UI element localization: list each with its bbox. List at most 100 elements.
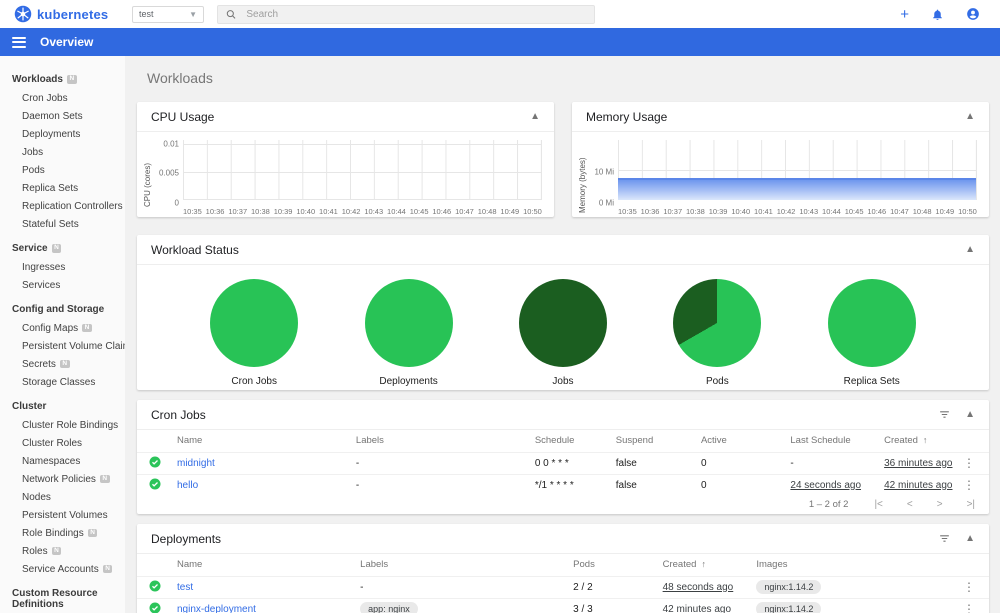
sidebar-item-secrets[interactable]: Secrets N bbox=[12, 355, 125, 373]
x-tick-label: 10:45 bbox=[409, 207, 429, 216]
namespaced-badge: N bbox=[66, 75, 77, 84]
sidebar-item-label: Role Bindings bbox=[22, 527, 84, 539]
memory-chart: Memory (bytes) 10 Mi 0 Mi 10:35 10:36 10:3… bbox=[572, 132, 989, 216]
sidebar-item-label: Daemon Sets bbox=[22, 110, 83, 122]
sidebar-item-daemon-sets[interactable]: Daemon Sets bbox=[12, 107, 125, 125]
app-header: kubernetes test ▼ + bbox=[0, 0, 1000, 28]
suspend-value: false bbox=[615, 479, 637, 491]
cpu-x-axis: 10:35 10:36 10:37 10:38 10:39 10:40 10:41 10:42… bbox=[183, 202, 542, 216]
collapse-card-button[interactable]: ▲ bbox=[965, 111, 975, 122]
sidebar-item-replica-sets[interactable]: Replica Sets bbox=[12, 179, 125, 197]
sidebar-item-persistent-volume-claims[interactable]: Persistent Volume ClaimsN bbox=[12, 337, 125, 355]
sidebar-section-crd: Custom Resource Definitions Cluster Cert… bbox=[12, 584, 125, 613]
pagination-first-button[interactable]: |< bbox=[874, 499, 882, 510]
status-column-header bbox=[137, 554, 173, 577]
namespaced-badge: N bbox=[87, 528, 98, 538]
deployments-table: Name Labels Pods Created ↑ Images test - … bbox=[137, 554, 989, 613]
cpu-usage-card: CPU Usage ▲ CPU (cores) 0.01 0.005 0 10:… bbox=[137, 102, 554, 217]
sidebar-item-replication-controllers[interactable]: Replication Controllers bbox=[12, 197, 125, 215]
namespaced-badge: N bbox=[51, 546, 62, 556]
x-tick-label: 10:43 bbox=[799, 207, 819, 216]
workload-status-pies: Cron Jobs Deployments Jobs Pods Replica … bbox=[137, 265, 989, 387]
sidebar-item-deployments[interactable]: Deployments bbox=[12, 125, 125, 143]
status-pie bbox=[518, 279, 607, 367]
sidebar-item-cluster-roles[interactable]: Cluster Roles bbox=[12, 434, 125, 452]
sidebar-item-jobs[interactable]: Jobs bbox=[12, 143, 125, 161]
last-schedule-value: - bbox=[790, 457, 794, 469]
search-icon bbox=[226, 9, 236, 19]
sidebar-item-label: Persistent Volume Claims bbox=[22, 340, 125, 352]
sidebar-item-storage-classes[interactable]: Storage Classes bbox=[12, 373, 125, 391]
sidebar-item-service-accounts[interactable]: Service Accounts N bbox=[12, 560, 125, 578]
sidebar-item-roles[interactable]: Roles N bbox=[12, 542, 125, 560]
x-tick-label: 10:47 bbox=[455, 207, 474, 216]
namespaced-badge: N bbox=[51, 244, 62, 253]
create-resource-button[interactable]: + bbox=[900, 7, 909, 22]
created-value: 42 minutes ago bbox=[884, 479, 953, 491]
kebab-menu-button[interactable]: ⋮ bbox=[963, 478, 975, 492]
namespace-value: test bbox=[139, 9, 154, 19]
sidebar-item-cluster-role-bindings[interactable]: Cluster Role Bindings bbox=[12, 416, 125, 434]
status-ok-icon bbox=[149, 478, 161, 490]
sidebar-item-stateful-sets[interactable]: Stateful Sets bbox=[12, 215, 125, 233]
filter-icon[interactable] bbox=[938, 532, 951, 545]
x-tick-label: 10:49 bbox=[500, 207, 520, 216]
card-title: CPU Usage bbox=[151, 109, 215, 124]
sidebar-item-nodes[interactable]: Nodes bbox=[12, 488, 125, 506]
deployment-name-link[interactable]: nginx-deployment bbox=[177, 604, 256, 613]
kebab-menu-button[interactable]: ⋮ bbox=[963, 602, 975, 613]
sidebar-item-pods[interactable]: Pods bbox=[12, 161, 125, 179]
collapse-card-button[interactable]: ▲ bbox=[530, 111, 540, 122]
collapse-card-button[interactable]: ▲ bbox=[965, 409, 975, 420]
column-header-name[interactable]: Name bbox=[173, 430, 352, 453]
sidebar-item-ingresses[interactable]: Ingresses bbox=[12, 258, 125, 276]
filter-icon[interactable] bbox=[938, 408, 951, 421]
pagination-prev-button[interactable]: < bbox=[907, 499, 913, 510]
column-header-created[interactable]: Created ↑ bbox=[880, 430, 959, 453]
x-tick-label: 10:46 bbox=[867, 207, 887, 216]
sidebar-item-role-bindings[interactable]: Role Bindings N bbox=[12, 524, 125, 542]
kebab-menu-button[interactable]: ⋮ bbox=[963, 580, 975, 594]
section-label: Workloads bbox=[12, 74, 63, 85]
created-value: 36 minutes ago bbox=[884, 457, 953, 469]
collapse-card-button[interactable]: ▲ bbox=[965, 244, 975, 255]
brand-name: kubernetes bbox=[37, 6, 109, 22]
deployment-name-link[interactable]: test bbox=[177, 582, 193, 593]
kebab-menu-button[interactable]: ⋮ bbox=[963, 456, 975, 470]
sidebar-item-label: Service Accounts bbox=[22, 563, 99, 575]
notifications-bell-icon[interactable] bbox=[931, 8, 944, 21]
section-label: Custom Resource Definitions bbox=[12, 588, 98, 610]
sidebar-item-persistent-volumes[interactable]: Persistent Volumes bbox=[12, 506, 125, 524]
pagination-last-button[interactable]: >| bbox=[967, 499, 975, 510]
sidebar-item-cron-jobs[interactable]: Cron Jobs bbox=[12, 89, 125, 107]
sidebar-item-config-maps[interactable]: Config Maps N bbox=[12, 319, 125, 337]
user-profile-icon[interactable] bbox=[966, 7, 980, 21]
column-header-name[interactable]: Name bbox=[173, 554, 357, 577]
section-label: Config and Storage bbox=[12, 304, 105, 315]
active-value: 0 bbox=[700, 479, 707, 491]
sidebar-item-services[interactable]: Services bbox=[12, 276, 125, 294]
column-header-created[interactable]: Created ↑ bbox=[658, 554, 753, 577]
toolbar-title: Overview bbox=[40, 35, 94, 49]
column-header-labels: Labels bbox=[351, 430, 531, 453]
x-tick-label: 10:50 bbox=[523, 207, 542, 216]
x-tick-label: 10:35 bbox=[183, 207, 202, 216]
sidebar-item-namespaces[interactable]: Namespaces bbox=[12, 452, 125, 470]
menu-hamburger-icon[interactable] bbox=[12, 36, 26, 48]
status-ok-icon bbox=[149, 456, 161, 467]
sidebar-item-label: Persistent Volumes bbox=[22, 509, 108, 521]
namespaced-badge: N bbox=[59, 359, 70, 369]
sidebar-item-network-policies[interactable]: Network Policies N bbox=[12, 470, 125, 488]
column-header-suspend: Suspend bbox=[611, 430, 697, 453]
sidebar-item-label: Stateful Sets bbox=[22, 218, 79, 230]
search-input[interactable] bbox=[246, 8, 586, 20]
pagination-next-button[interactable]: > bbox=[937, 499, 943, 510]
x-tick-label: 10:37 bbox=[228, 207, 248, 216]
sidebar-section-header: Service N bbox=[12, 239, 125, 258]
cronjob-name-link[interactable]: hello bbox=[177, 480, 198, 491]
cronjob-name-link[interactable]: midnight bbox=[177, 458, 215, 469]
kubernetes-logo[interactable]: kubernetes bbox=[14, 5, 124, 23]
collapse-card-button[interactable]: ▲ bbox=[965, 533, 975, 544]
namespace-selector[interactable]: test ▼ bbox=[132, 5, 204, 23]
actions-column-header bbox=[959, 554, 989, 577]
